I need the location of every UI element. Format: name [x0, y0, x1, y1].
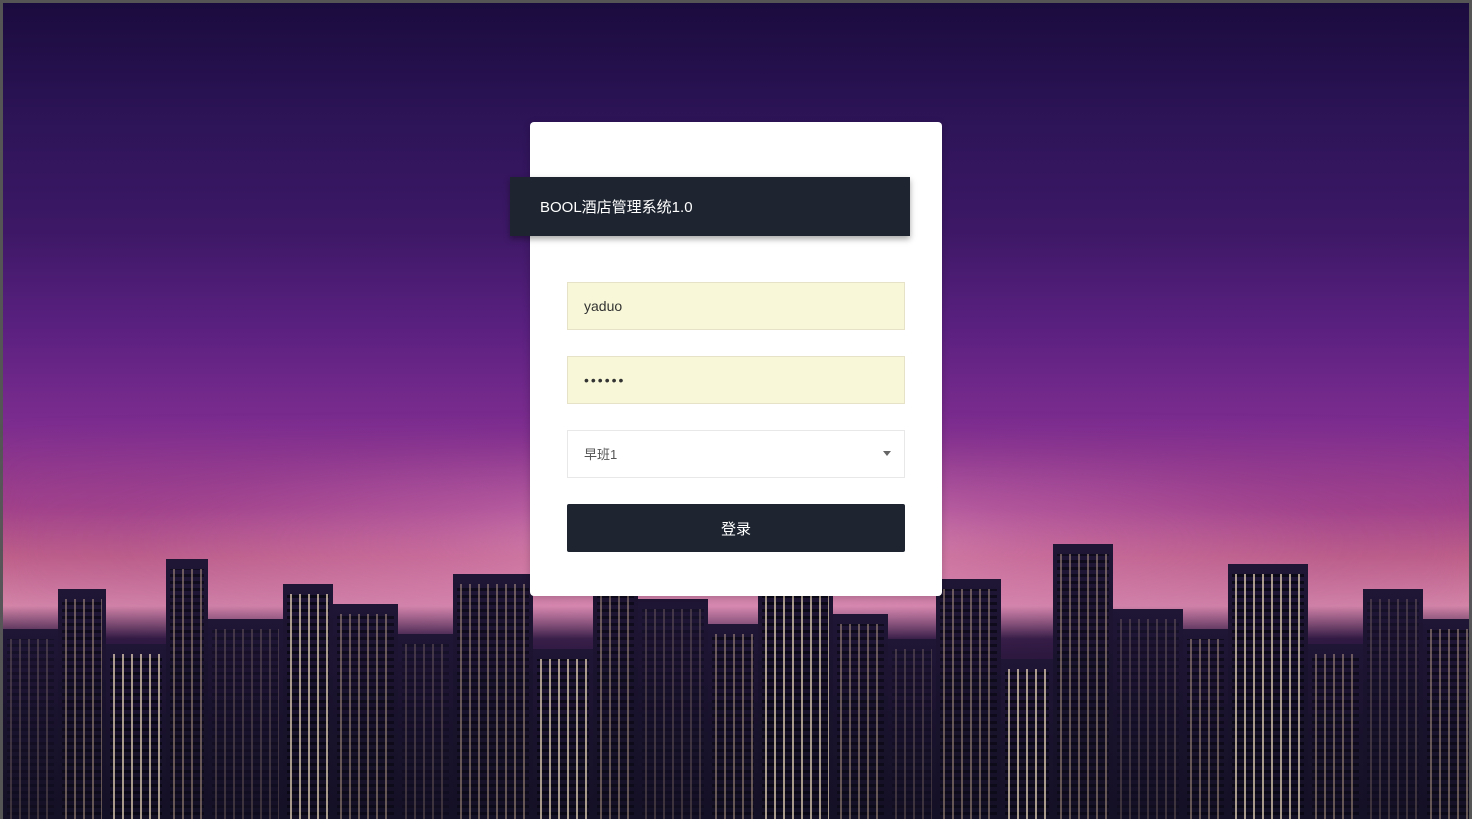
- title-banner: BOOL酒店管理系统1.0: [510, 177, 910, 236]
- login-card: BOOL酒店管理系统1.0 早班1 登录: [530, 122, 942, 596]
- shift-select[interactable]: 早班1: [567, 430, 905, 478]
- login-form: 早班1 登录: [567, 282, 905, 552]
- shift-select-wrap: 早班1: [567, 430, 905, 478]
- app-title: BOOL酒店管理系统1.0: [540, 199, 693, 216]
- login-button[interactable]: 登录: [567, 504, 905, 552]
- password-input[interactable]: [567, 356, 905, 404]
- username-input[interactable]: [567, 282, 905, 330]
